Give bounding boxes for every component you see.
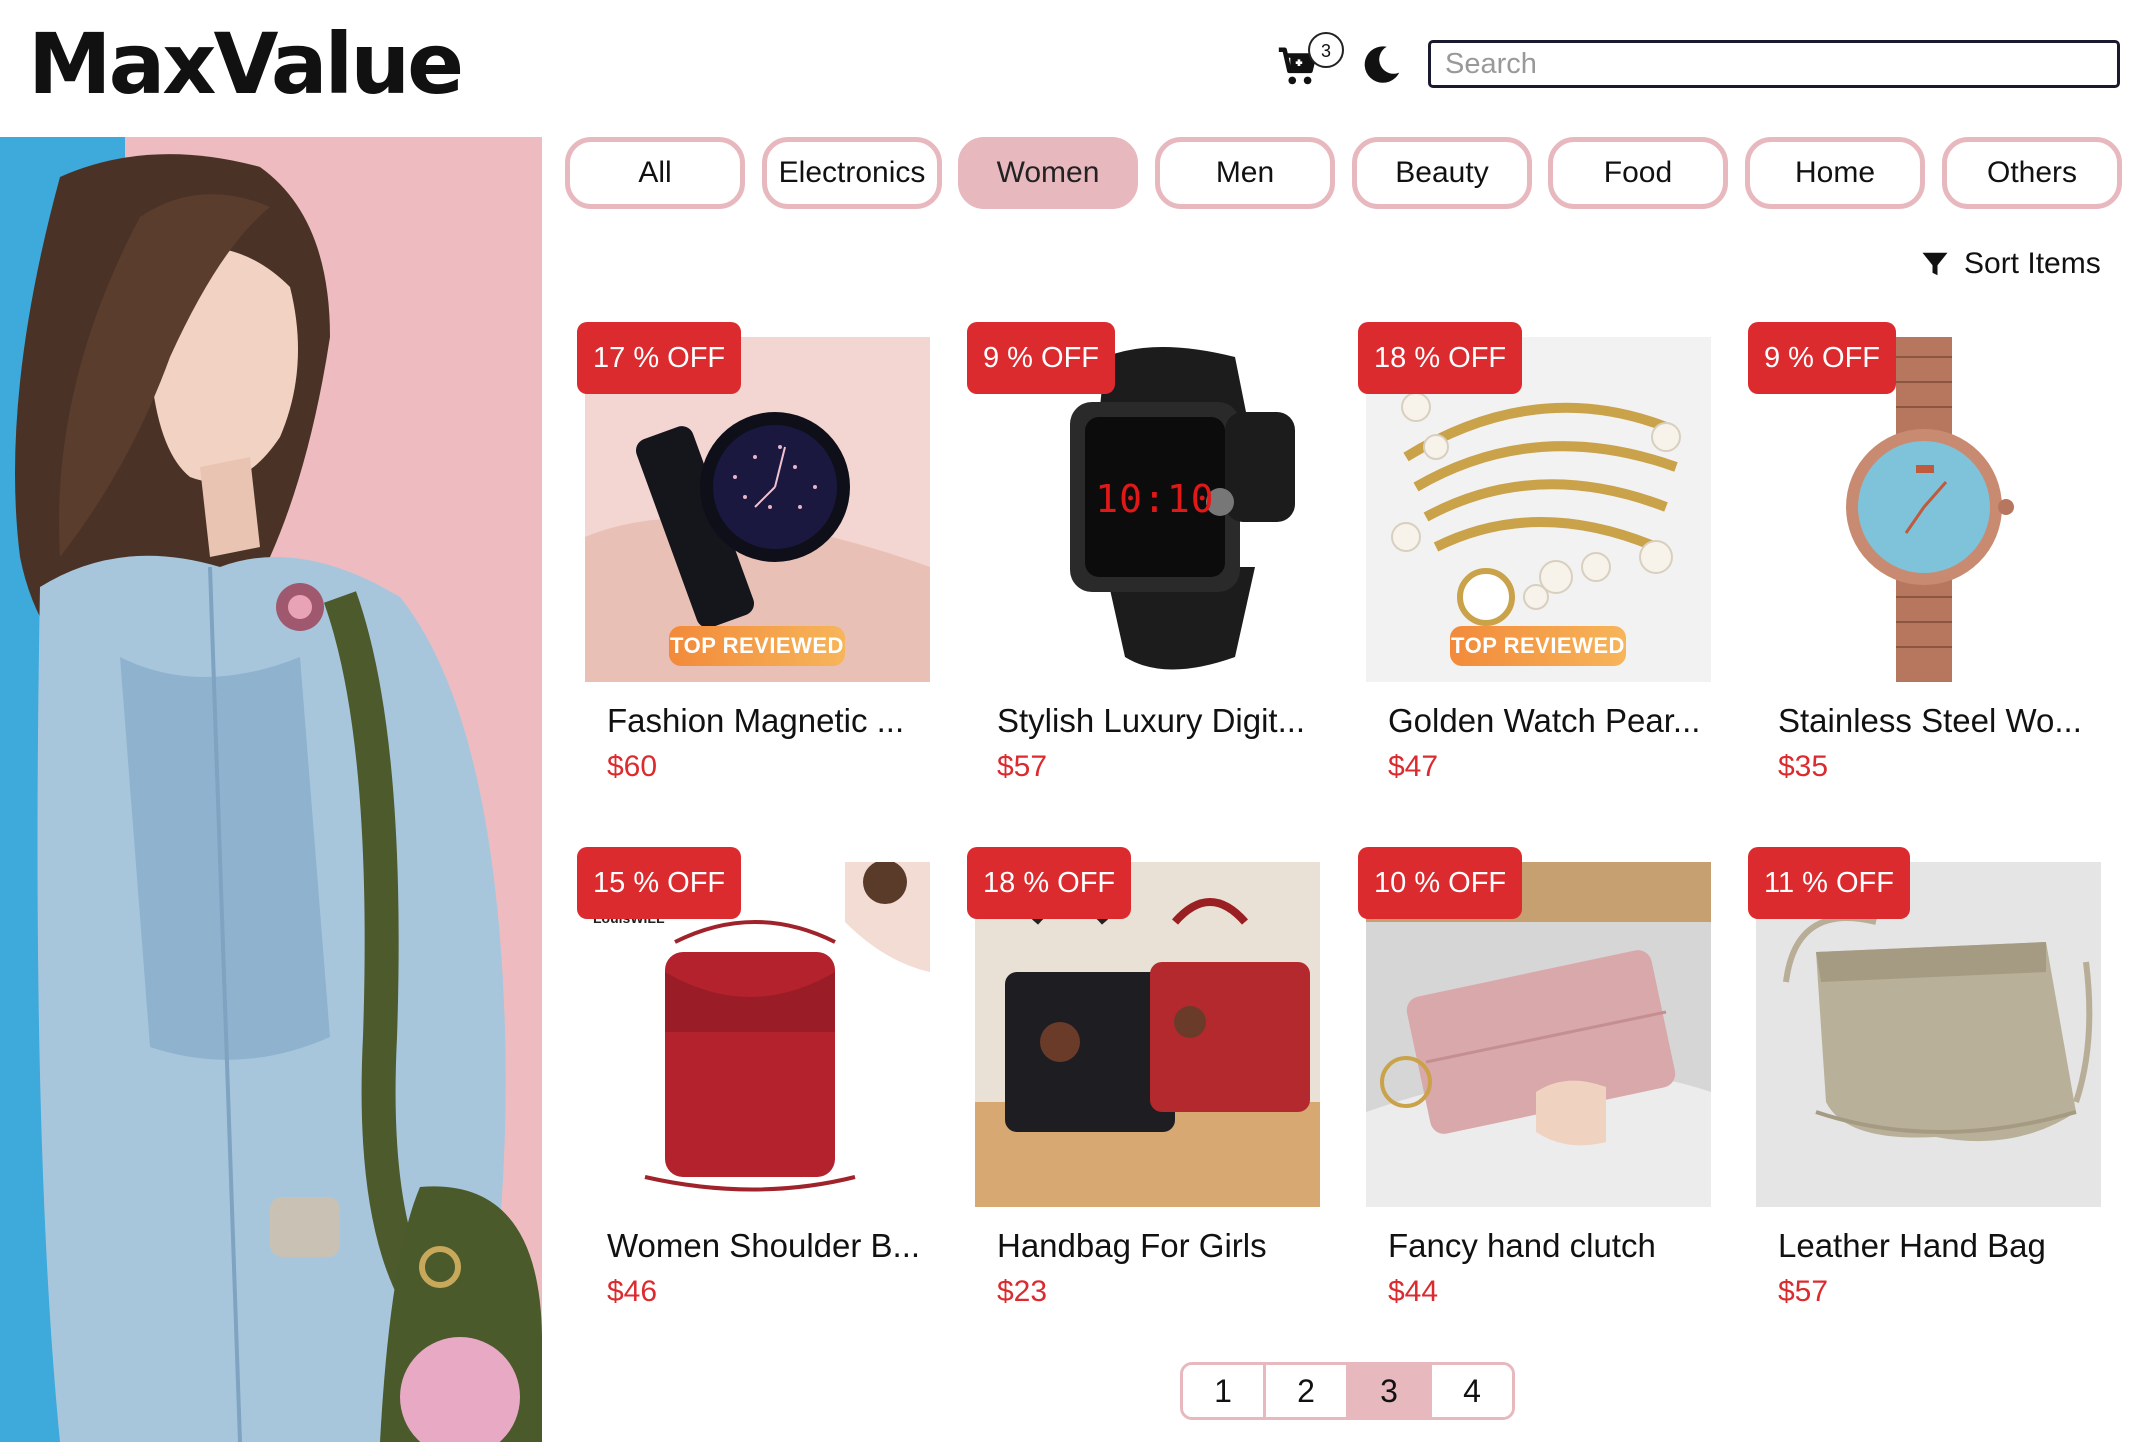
category-beauty[interactable]: Beauty	[1352, 137, 1532, 209]
category-electronics[interactable]: Electronics	[762, 137, 942, 209]
product-title[interactable]: Handbag For Girls	[997, 1227, 1317, 1265]
product-title[interactable]: Stylish Luxury Digit...	[997, 702, 1317, 740]
product-title[interactable]: Golden Watch Pear...	[1388, 702, 1708, 740]
filter-icon	[1922, 252, 1948, 276]
product-title[interactable]: Stainless Steel Wo...	[1778, 702, 2098, 740]
product-card[interactable]: LouisWILL 15 % OFF Women Shoulder B... $…	[577, 847, 930, 1337]
product-price: $57	[1778, 1275, 1829, 1308]
product-card[interactable]: 9 % OFF Stainless Steel Wo... $35	[1748, 322, 2101, 812]
category-food[interactable]: Food	[1548, 137, 1728, 209]
discount-badge: 11 % OFF	[1748, 847, 1910, 919]
discount-badge: 10 % OFF	[1358, 847, 1523, 919]
header: MaxValue 3	[0, 0, 2142, 137]
product-price: $46	[607, 1275, 658, 1308]
product-title[interactable]: Leather Hand Bag	[1778, 1227, 2098, 1265]
category-home[interactable]: Home	[1745, 137, 1925, 209]
product-card[interactable]: 10 % OFF Fancy hand clutch $44	[1358, 847, 1711, 1337]
page-button-4[interactable]: 4	[1429, 1365, 1512, 1417]
discount-badge: 18 % OFF	[967, 847, 1132, 919]
discount-badge: 9 % OFF	[1748, 322, 1897, 394]
product-price: $60	[607, 750, 658, 783]
sort-label: Sort Items	[1964, 247, 2101, 280]
hero-image	[0, 137, 542, 1442]
discount-badge: 15 % OFF	[577, 847, 742, 919]
product-card[interactable]: 10:10 9 % OFF Stylish Luxury Digit... $5…	[967, 322, 1320, 812]
category-all[interactable]: All	[565, 137, 745, 209]
moon-icon[interactable]	[1358, 42, 1404, 88]
category-others[interactable]: Others	[1942, 137, 2122, 209]
cart-count-badge: 3	[1308, 32, 1344, 68]
discount-badge: 18 % OFF	[1358, 322, 1523, 394]
page-button-2[interactable]: 2	[1263, 1365, 1346, 1417]
page-button-1[interactable]: 1	[1183, 1365, 1263, 1417]
product-title[interactable]: Fashion Magnetic ...	[607, 702, 927, 740]
product-card[interactable]: TOP REVIEWED 17 % OFF Fashion Magnetic .…	[577, 322, 930, 812]
product-card[interactable]: 18 % OFF Handbag For Girls $23	[967, 847, 1320, 1337]
page-button-3[interactable]: 3	[1346, 1365, 1429, 1417]
watch-display: 10:10	[1095, 477, 1215, 521]
product-price: $23	[997, 1275, 1048, 1308]
product-price: $35	[1778, 750, 1829, 783]
sort-button[interactable]: Sort Items	[1920, 244, 2101, 284]
product-title[interactable]: Fancy hand clutch	[1388, 1227, 1708, 1265]
product-card[interactable]: TOP REVIEWED 18 % OFF Golden Watch Pear.…	[1358, 322, 1711, 812]
logo[interactable]: MaxValue	[28, 22, 464, 106]
discount-badge: 9 % OFF	[967, 322, 1116, 394]
category-men[interactable]: Men	[1155, 137, 1335, 209]
top-reviewed-tag: TOP REVIEWED	[669, 626, 845, 666]
product-title[interactable]: Women Shoulder B...	[607, 1227, 927, 1265]
category-bar: All Electronics Women Men Beauty Food Ho…	[565, 137, 2135, 212]
product-price: $57	[997, 750, 1048, 783]
discount-badge: 17 % OFF	[577, 322, 742, 394]
category-women[interactable]: Women	[958, 137, 1138, 209]
product-price: $47	[1388, 750, 1439, 783]
top-reviewed-tag: TOP REVIEWED	[1450, 626, 1626, 666]
product-price: $44	[1388, 1275, 1439, 1308]
pagination: 1 2 3 4	[1180, 1362, 1515, 1420]
product-card[interactable]: 11 % OFF Leather Hand Bag $57	[1748, 847, 2101, 1337]
search-input[interactable]	[1428, 40, 2120, 88]
